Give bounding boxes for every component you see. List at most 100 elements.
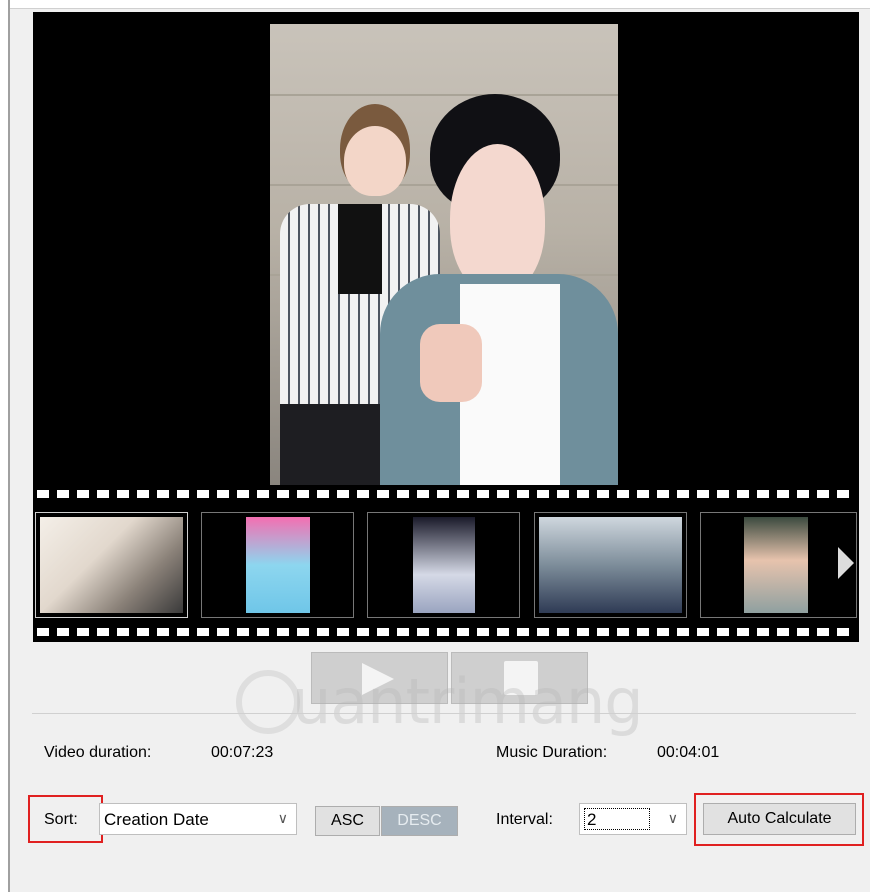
preview-photo — [270, 24, 618, 485]
film-perforation — [457, 628, 469, 636]
film-perforation — [37, 490, 49, 498]
film-perforation — [237, 628, 249, 636]
film-perforation — [797, 490, 809, 498]
film-perforation — [677, 628, 689, 636]
video-duration-value: 00:07:23 — [211, 744, 274, 761]
film-perforation — [697, 490, 709, 498]
film-perforation — [257, 490, 269, 498]
film-perforation — [397, 490, 409, 498]
filmstrip-thumb-5[interactable] — [700, 512, 857, 618]
film-perforation — [257, 628, 269, 636]
asc-button[interactable]: ASC — [315, 806, 380, 836]
film-perforation — [657, 490, 669, 498]
film-perforation — [77, 490, 89, 498]
film-perforation — [297, 490, 309, 498]
film-perforation — [777, 628, 789, 636]
film-perforation — [357, 490, 369, 498]
window-top-border — [0, 0, 870, 9]
film-perforations-bottom — [33, 625, 859, 639]
film-perforation — [417, 490, 429, 498]
film-perforation — [377, 490, 389, 498]
film-perforation — [437, 490, 449, 498]
film-perforation — [717, 490, 729, 498]
filmstrip-thumb-1[interactable] — [35, 512, 188, 618]
film-perforation — [97, 628, 109, 636]
film-perforation — [757, 628, 769, 636]
filmstrip-thumb-4[interactable] — [534, 512, 687, 618]
film-perforation — [197, 490, 209, 498]
film-perforation — [537, 628, 549, 636]
film-perforation — [437, 628, 449, 636]
film-perforation — [97, 490, 109, 498]
film-perforation — [537, 490, 549, 498]
watermark-logo-icon — [236, 670, 300, 734]
film-perforation — [77, 628, 89, 636]
separator — [32, 713, 856, 714]
film-perforation — [117, 490, 129, 498]
film-perforation — [337, 490, 349, 498]
film-perforation — [577, 628, 589, 636]
filmstrip-thumb-2[interactable] — [201, 512, 354, 618]
film-perforation — [737, 628, 749, 636]
film-perforation — [777, 490, 789, 498]
filmstrip-next-arrow-icon[interactable] — [838, 547, 854, 579]
film-perforations-top — [33, 487, 859, 501]
film-perforation — [677, 490, 689, 498]
film-perforation — [337, 628, 349, 636]
film-perforation — [397, 628, 409, 636]
film-perforation — [157, 628, 169, 636]
film-perforation — [117, 628, 129, 636]
film-perforation — [57, 628, 69, 636]
film-perforation — [477, 628, 489, 636]
film-perforation — [137, 490, 149, 498]
film-perforation — [797, 628, 809, 636]
film-perforation — [717, 628, 729, 636]
film-perforation — [497, 628, 509, 636]
interval-label: Interval: — [496, 811, 553, 828]
film-perforation — [317, 490, 329, 498]
chevron-down-icon: ∨ — [277, 810, 288, 826]
film-perforation — [417, 628, 429, 636]
film-perforation — [817, 490, 829, 498]
film-perforation — [217, 628, 229, 636]
film-perforation — [157, 490, 169, 498]
film-perforation — [377, 628, 389, 636]
sort-label: Sort: — [44, 811, 78, 828]
film-perforation — [837, 628, 849, 636]
film-perforation — [277, 628, 289, 636]
window-left-border — [0, 0, 10, 892]
sort-select[interactable]: Creation Date ∨ — [99, 803, 297, 835]
film-perforation — [557, 628, 569, 636]
film-perforation — [577, 490, 589, 498]
film-perforation — [37, 628, 49, 636]
film-perforation — [617, 490, 629, 498]
filmstrip-thumb-3[interactable] — [367, 512, 520, 618]
film-perforation — [497, 490, 509, 498]
interval-select[interactable]: 2 ∨ — [579, 803, 687, 835]
film-perforation — [737, 490, 749, 498]
music-duration-value: 00:04:01 — [657, 744, 720, 761]
film-perforation — [597, 490, 609, 498]
film-perforation — [757, 490, 769, 498]
video-preview — [33, 12, 859, 487]
film-perforation — [317, 628, 329, 636]
film-perforation — [217, 490, 229, 498]
film-perforation — [557, 490, 569, 498]
film-perforation — [357, 628, 369, 636]
interval-select-value: 2 — [587, 810, 597, 829]
film-perforation — [137, 628, 149, 636]
chevron-down-icon: ∨ — [667, 810, 678, 826]
desc-button[interactable]: DESC — [381, 806, 458, 836]
film-perforation — [597, 628, 609, 636]
film-perforation — [637, 628, 649, 636]
film-perforation — [697, 628, 709, 636]
watermark-text: uantrimang — [292, 665, 644, 738]
film-perforation — [517, 490, 529, 498]
interval-focus-box: 2 — [584, 808, 650, 830]
film-perforation — [177, 628, 189, 636]
film-perforation — [277, 490, 289, 498]
film-perforation — [197, 628, 209, 636]
filmstrip — [33, 487, 859, 642]
film-perforation — [477, 490, 489, 498]
auto-calculate-button[interactable]: Auto Calculate — [703, 803, 856, 835]
